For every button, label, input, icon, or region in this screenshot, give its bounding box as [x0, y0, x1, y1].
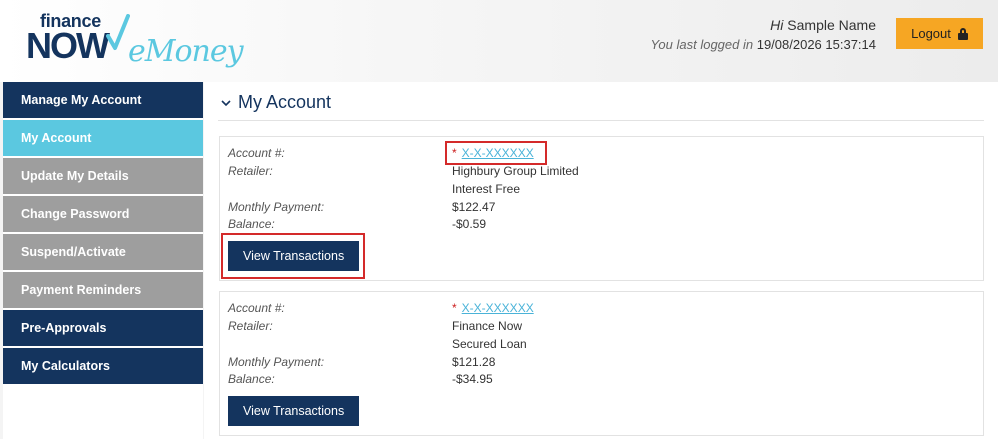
retailer-value: Highbury Group Limited — [452, 164, 579, 178]
account-card: Account #: * X-X-XXXXXX Retailer: Finance… — [219, 291, 984, 436]
header: finance NOW eMoney Hi Sample Name You la… — [0, 0, 998, 82]
sidebar-item-label: Pre-Approvals — [21, 321, 107, 335]
account-number-link[interactable]: X-X-XXXXXX — [462, 301, 534, 315]
divider — [218, 120, 984, 121]
sidebar-item-suspend-activate[interactable]: Suspend/Activate — [3, 234, 203, 270]
sidebar-item-label: My Calculators — [21, 359, 110, 373]
account-number: * X-X-XXXXXX — [452, 301, 534, 315]
account-number-label: Account #: — [228, 301, 285, 315]
greeting: Hi Sample Name — [770, 17, 876, 33]
sidebar-item-my-account[interactable]: My Account — [3, 120, 203, 156]
monthly-payment-value: $121.28 — [452, 355, 496, 369]
logo-check-icon — [106, 14, 130, 50]
required-star: * — [452, 301, 457, 315]
monthly-payment-value: $122.47 — [452, 200, 496, 214]
logo-emoney-text: eMoney — [128, 34, 244, 69]
sidebar-item-label: Suspend/Activate — [21, 245, 126, 259]
sidebar-item-pre-approvals[interactable]: Pre-Approvals — [3, 310, 203, 346]
last-login: You last logged in 19/08/2026 15:37:14 — [650, 37, 876, 52]
view-transactions-button[interactable]: View Transactions — [228, 396, 360, 426]
product-value: Secured Loan — [452, 337, 527, 351]
main-content: My Account Account #: * X-X-XXXXXX Retail… — [204, 82, 998, 439]
balance-value: -$0.59 — [452, 217, 487, 231]
logout-label: Logout — [911, 26, 951, 41]
balance-label: Balance: — [228, 372, 275, 386]
sidebar-item-change-password[interactable]: Change Password — [3, 196, 203, 232]
sidebar-item-label: Update My Details — [21, 169, 129, 183]
sidebar-item-label: My Account — [21, 131, 92, 145]
view-transactions-button[interactable]: View Transactions — [228, 241, 360, 271]
sidebar-item-update-my-details[interactable]: Update My Details — [3, 158, 203, 194]
sidebar-item-label: Change Password — [21, 207, 130, 221]
balance-value: -$34.95 — [452, 372, 493, 386]
last-login-value: 19/08/2026 15:37:14 — [756, 37, 876, 52]
balance-label: Balance: — [228, 217, 275, 231]
sidebar-item-payment-reminders[interactable]: Payment Reminders — [3, 272, 203, 308]
monthly-payment-label: Monthly Payment: — [228, 355, 325, 369]
sidebar-item-label: Manage My Account — [21, 93, 142, 107]
section-header[interactable]: My Account — [220, 92, 331, 113]
page-title: My Account — [238, 92, 332, 112]
logout-button[interactable]: Logout — [896, 18, 983, 49]
monthly-payment-label: Monthly Payment: — [228, 200, 325, 214]
greeting-hi: Hi — [770, 17, 784, 33]
user-name: Sample Name — [787, 17, 876, 33]
product-value: Interest Free — [452, 182, 521, 196]
last-login-label: You last logged in — [650, 37, 754, 52]
highlight-box — [445, 141, 547, 165]
retailer-value: Finance Now — [452, 319, 523, 333]
sidebar-item-my-calculators[interactable]: My Calculators — [3, 348, 203, 384]
sidebar: Manage My Account My Account Update My D… — [3, 82, 203, 439]
retailer-label: Retailer: — [228, 319, 273, 333]
logo-now-text: NOW — [26, 25, 110, 66]
sidebar-item-label: Payment Reminders — [21, 283, 142, 297]
account-number-label: Account #: — [228, 146, 285, 160]
retailer-label: Retailer: — [228, 164, 273, 178]
finance-now-emoney-logo[interactable]: finance NOW eMoney — [26, 8, 244, 74]
sidebar-item-manage-my-account[interactable]: Manage My Account — [3, 82, 203, 118]
account-card: Account #: * X-X-XXXXXX Retailer: Highbur… — [219, 136, 984, 281]
chevron-down-icon — [221, 99, 231, 106]
lock-icon — [957, 27, 968, 40]
